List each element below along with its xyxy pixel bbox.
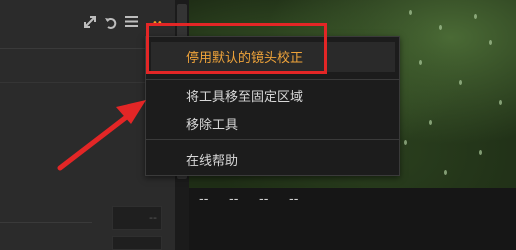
annotation-arrow-icon [57,100,146,171]
